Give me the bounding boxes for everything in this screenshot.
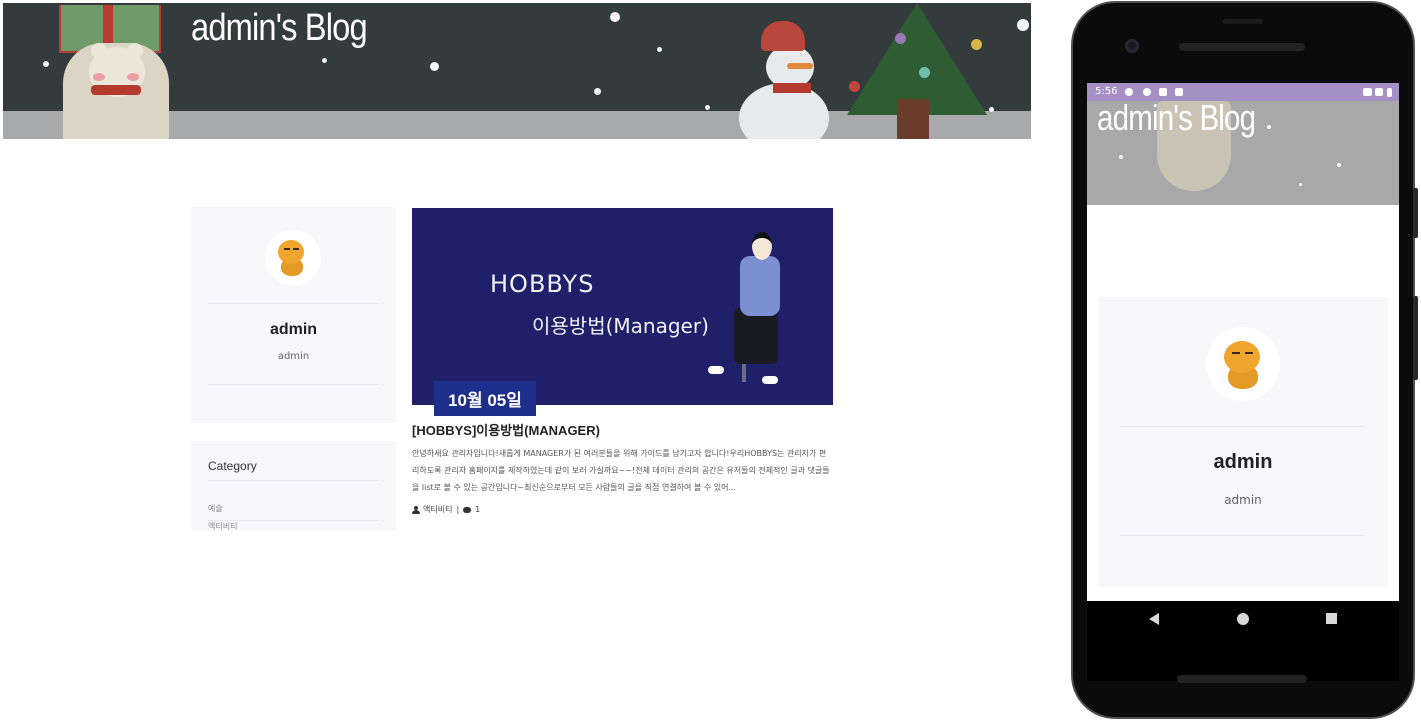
mobile-profile-name: admin	[1213, 451, 1273, 473]
post-meta: 액티비티 | 1	[412, 504, 480, 515]
person-head-illustration	[752, 232, 772, 260]
signal-icon	[1375, 88, 1383, 96]
phone-frame: 5:56 admin's Blog admin admin	[1073, 3, 1413, 717]
ornament	[919, 67, 930, 78]
avatar-character-brow	[1232, 352, 1240, 354]
bear-scarf	[91, 85, 141, 95]
blog-title[interactable]: admin's Blog	[191, 7, 368, 50]
divider	[208, 480, 378, 481]
avatar-character-brow	[1245, 352, 1253, 354]
mobile-profile-subtitle: admin	[1224, 493, 1262, 507]
snowflake	[43, 61, 49, 67]
bear-cheek	[127, 73, 139, 81]
person-shirt-illustration	[740, 256, 780, 316]
post-title[interactable]: [HOBBYS]이용방법(MANAGER)	[412, 420, 600, 439]
snowman-hat	[761, 21, 805, 51]
settings-icon	[1125, 88, 1133, 96]
profile-subtitle: admin	[277, 351, 310, 362]
sd-card-icon	[1175, 88, 1183, 96]
recent-apps-icon[interactable]	[1326, 613, 1337, 624]
person-legs-illustration	[734, 308, 778, 364]
snowflake	[657, 47, 662, 52]
avatar-character-head	[278, 240, 304, 264]
thumbnail-text-subtitle: 이용방법(Manager)	[532, 314, 709, 338]
status-time: 5:56	[1095, 86, 1118, 97]
shoe-illustration	[708, 366, 724, 374]
mobile-content: admin admin	[1087, 205, 1399, 601]
divider	[208, 384, 378, 385]
bear-cheek	[93, 73, 105, 81]
post-excerpt: 안녕하세요 관리자입니다!새롭게 MANAGER가 된 여러분들을 위해 가이드…	[412, 449, 830, 492]
mobile-profile-card: admin admin	[1098, 297, 1388, 587]
snowflake	[430, 62, 439, 71]
snowflake	[1017, 19, 1029, 31]
divider	[1120, 535, 1364, 536]
power-button	[1413, 296, 1418, 380]
snowflake	[322, 58, 327, 63]
notification-icon	[1159, 88, 1167, 96]
post-category[interactable]: 액티비티	[423, 504, 452, 515]
sync-icon	[1143, 88, 1151, 96]
ornament	[971, 39, 982, 50]
android-nav-bar	[1087, 601, 1399, 641]
category-card: Category 예술 액티비티	[191, 441, 396, 530]
comment-icon	[463, 506, 472, 513]
category-item[interactable]: 액티비티	[208, 521, 237, 530]
avatar[interactable]	[265, 230, 321, 286]
snowflake	[1119, 155, 1123, 159]
category-title: Category	[208, 459, 257, 473]
snowflake	[1299, 183, 1302, 186]
bottom-speaker	[1177, 675, 1307, 683]
avatar[interactable]	[1206, 327, 1280, 401]
avatar-character-brow	[284, 248, 290, 250]
divider	[208, 303, 378, 304]
wifi-icon	[1363, 88, 1372, 96]
tree-trunk	[897, 99, 929, 139]
avatar-character-head	[1224, 341, 1260, 373]
shoe-illustration	[762, 376, 778, 384]
snowflake	[1337, 163, 1341, 167]
ornament	[895, 33, 906, 44]
phone-screen: 5:56 admin's Blog admin admin	[1087, 83, 1399, 681]
mobile-blog-title[interactable]: admin's Blog	[1097, 101, 1256, 139]
snowflake	[989, 107, 994, 112]
battery-icon	[1387, 88, 1392, 97]
divider	[1120, 426, 1364, 427]
category-item[interactable]: 예술	[208, 503, 223, 514]
speaker-grille	[1179, 43, 1305, 51]
snowman-nose	[787, 63, 813, 69]
snowflake	[705, 105, 710, 110]
mobile-header-banner: admin's Blog	[1087, 101, 1399, 205]
post-date-badge: 10월 05일	[434, 381, 536, 416]
avatar-character-brow	[293, 248, 299, 250]
snowflake	[1267, 125, 1271, 129]
ornament	[849, 81, 860, 92]
profile-card	[191, 207, 396, 423]
blog-header-banner: admin's Blog	[3, 3, 1031, 139]
profile-name: admin	[269, 321, 318, 338]
comment-count[interactable]: 1	[475, 505, 480, 514]
status-bar: 5:56	[1087, 83, 1399, 101]
back-icon[interactable]	[1149, 613, 1159, 625]
earpiece	[1223, 19, 1263, 24]
volume-button	[1413, 188, 1418, 238]
meta-separator: |	[456, 505, 460, 514]
post-thumbnail[interactable]: HOBBYS 이용방법(Manager)	[412, 208, 833, 405]
snowman-scarf	[773, 83, 811, 93]
user-icon	[412, 505, 420, 514]
home-icon[interactable]	[1237, 613, 1249, 625]
front-camera-icon	[1125, 39, 1139, 53]
snowflake	[594, 88, 601, 95]
thumbnail-text-title: HOBBYS	[490, 270, 595, 298]
snowflake	[610, 12, 620, 22]
